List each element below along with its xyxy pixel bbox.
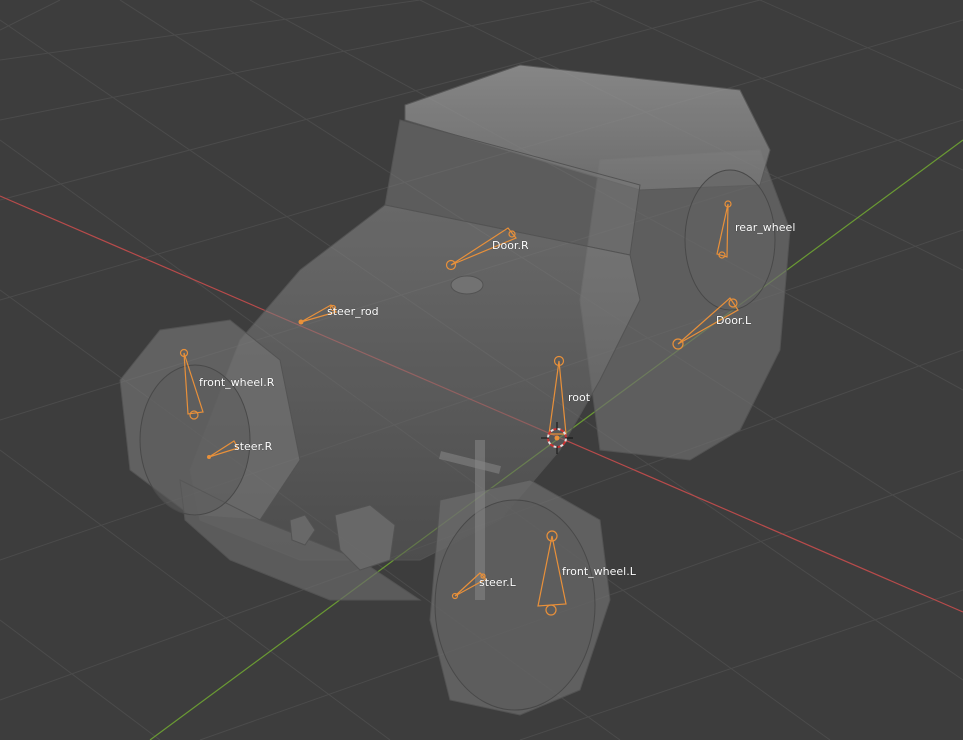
bone-label-rear-wheel: rear_wheel xyxy=(735,221,795,234)
car-mesh[interactable] xyxy=(119,64,791,716)
bone-label-door-r: Door.R xyxy=(492,239,529,252)
bone-label-door-l: Door.L xyxy=(716,314,752,327)
3d-viewport[interactable]: Door.R rear_wheel steer_rod Door.L front… xyxy=(0,0,963,740)
bone-label-root: root xyxy=(568,391,591,404)
viewport-scene[interactable]: Door.R rear_wheel steer_rod Door.L front… xyxy=(0,0,963,740)
bone-label-front-wheel-l: front_wheel.L xyxy=(562,565,637,578)
bone-label-steer-l: steer.L xyxy=(479,576,517,589)
bone-label-front-wheel-r: front_wheel.R xyxy=(199,376,275,389)
bone-label-steer-r: steer.R xyxy=(234,440,273,453)
bone-label-steer-rod: steer_rod xyxy=(327,305,379,318)
